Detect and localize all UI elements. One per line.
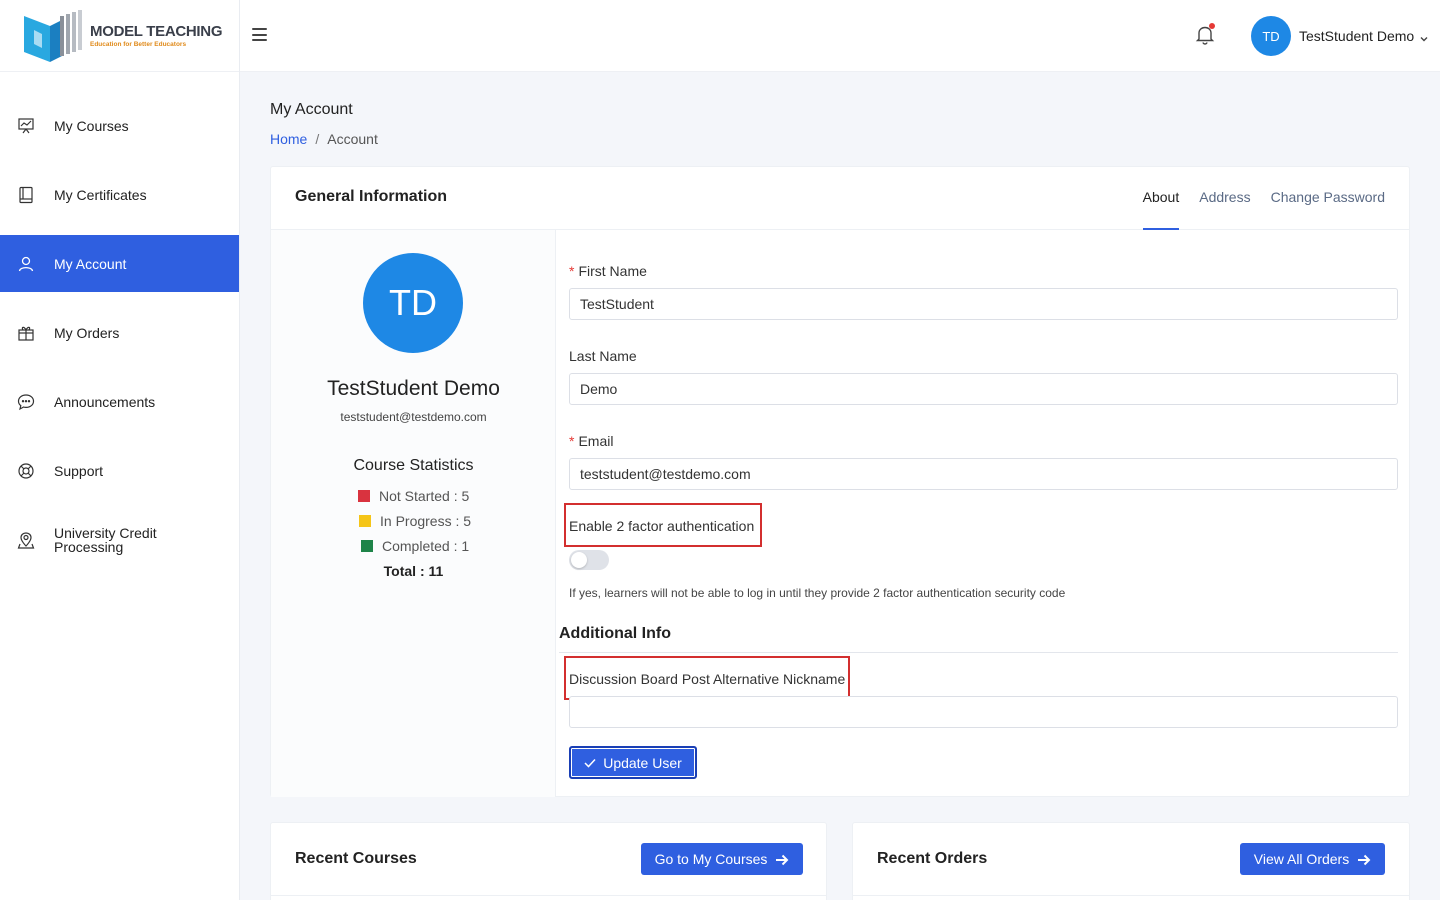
menu-toggle-icon[interactable] <box>252 28 267 41</box>
stat-not-started: Not Started : 5 <box>358 488 469 504</box>
stat-label: In Progress : 5 <box>380 513 472 529</box>
gift-box-icon <box>17 324 35 342</box>
chevron-down-icon <box>1419 31 1429 42</box>
account-tabs: About Address Change Password <box>1123 167 1385 230</box>
sidebar-item-support[interactable]: Support <box>0 442 239 499</box>
breadcrumb: Home / Account <box>270 131 378 147</box>
tab-about[interactable]: About <box>1142 167 1180 230</box>
card-header: General Information About Address Change… <box>271 167 1409 230</box>
profile-summary: TD TestStudent Demo teststudent@testdemo… <box>271 230 556 797</box>
first-name-input[interactable] <box>569 288 1398 320</box>
user-name: TestStudent Demo <box>1299 28 1415 44</box>
sidebar: MODEL TEACHING Education for Better Educ… <box>0 0 240 900</box>
additional-info-title: Additional Info <box>559 625 671 642</box>
brand-logo[interactable]: MODEL TEACHING Education for Better Educ… <box>0 0 239 72</box>
sidebar-item-label: My Account <box>54 255 127 272</box>
profile-name: TestStudent Demo <box>327 377 500 400</box>
two-factor-label: Enable 2 factor authentication <box>569 518 755 534</box>
button-label: View All Orders <box>1253 851 1350 867</box>
user-menu[interactable]: TD TestStudent Demo <box>1251 16 1429 56</box>
sidebar-item-label: Announcements <box>54 393 156 410</box>
book-icon <box>17 186 35 204</box>
avatar: TD <box>1251 16 1291 56</box>
check-icon <box>584 755 596 771</box>
stat-label: Completed : 1 <box>382 538 470 554</box>
required-asterisk: * <box>569 433 575 449</box>
stat-in-progress: In Progress : 5 <box>359 513 471 529</box>
breadcrumb-separator: / <box>315 131 320 147</box>
arrow-right-icon <box>1357 853 1371 866</box>
brand-name: MODEL TEACHING <box>90 23 223 40</box>
card-title: General Information <box>295 188 448 205</box>
sidebar-item-label: University Credit Processing <box>54 524 157 555</box>
avatar: TD <box>363 253 463 353</box>
sidebar-item-announcements[interactable]: Announcements <box>0 373 239 430</box>
last-name-input[interactable] <box>569 373 1398 405</box>
sidebar-item-my-certificates[interactable]: My Certificates <box>0 166 239 223</box>
stat-total: Total : 11 <box>383 563 444 579</box>
sidebar-item-label: My Certificates <box>54 186 147 203</box>
go-to-my-courses-button[interactable]: Go to My Courses <box>641 843 803 875</box>
recent-orders-card: Recent Orders View All Orders <box>852 822 1410 900</box>
top-bar: TD TestStudent Demo <box>240 0 1440 72</box>
stat-completed: Completed : 1 <box>361 538 469 554</box>
card-divider <box>271 895 826 896</box>
legend-swatch <box>358 490 370 502</box>
account-form: *First Name Last Name *Email Enable 2 fa… <box>557 230 1409 797</box>
general-information-card: General Information About Address Change… <box>270 166 1410 797</box>
notification-bell-icon[interactable] <box>1195 23 1215 46</box>
label-text: First Name <box>578 263 647 279</box>
breadcrumb-current: Account <box>327 131 378 147</box>
presentation-chart-icon <box>17 117 35 135</box>
notification-badge <box>1209 23 1215 29</box>
nickname-label: Discussion Board Post Alternative Nickna… <box>569 671 846 687</box>
recent-orders-title: Recent Orders <box>877 850 988 867</box>
first-name-label: * First Name <box>569 263 647 279</box>
sidebar-item-my-account[interactable]: My Account <box>0 235 239 292</box>
lifebuoy-icon <box>17 462 35 480</box>
map-pin-icon <box>17 531 35 549</box>
brand-tagline: Education for Better Educators <box>90 41 187 48</box>
required-asterisk: * <box>569 263 575 279</box>
recent-courses-card: Recent Courses Go to My Courses <box>270 822 827 900</box>
tab-change-password[interactable]: Change Password <box>1271 167 1385 230</box>
toggle-knob <box>571 552 587 568</box>
arrow-right-icon <box>775 853 789 866</box>
user-icon <box>17 255 35 273</box>
sidebar-item-label: My Orders <box>54 324 120 341</box>
email-label: * Email <box>569 433 613 449</box>
stat-label: Not Started : 5 <box>379 488 470 504</box>
nickname-input[interactable] <box>569 696 1398 728</box>
two-factor-help-text: If yes, learners will not be able to log… <box>569 586 1066 600</box>
sidebar-item-my-courses[interactable]: My Courses <box>0 97 239 154</box>
button-label: Go to My Courses <box>654 851 768 867</box>
recent-courses-title: Recent Courses <box>295 850 417 867</box>
tab-address[interactable]: Address <box>1199 167 1250 230</box>
sidebar-item-my-orders[interactable]: My Orders <box>0 304 239 361</box>
sidebar-item-university-credit-processing[interactable]: University Credit Processing <box>0 511 239 568</box>
card-divider <box>853 895 1409 896</box>
update-user-button[interactable]: Update User <box>569 746 697 779</box>
label-text: Email <box>578 433 614 449</box>
section-divider <box>559 652 1398 653</box>
chat-bubble-icon <box>17 393 35 411</box>
profile-email: teststudent@testdemo.com <box>340 410 487 424</box>
button-label: Update User <box>603 754 682 771</box>
breadcrumb-home-link[interactable]: Home <box>270 131 307 147</box>
legend-swatch <box>359 515 371 527</box>
legend-swatch <box>361 540 373 552</box>
page-title: My Account <box>270 101 353 118</box>
two-factor-toggle[interactable] <box>569 550 609 570</box>
sidebar-item-label: My Courses <box>54 117 129 134</box>
view-all-orders-button[interactable]: View All Orders <box>1240 843 1385 875</box>
sidebar-item-label: Support <box>54 462 104 479</box>
sidebar-nav: My Courses My Certificates My Account My… <box>0 97 239 568</box>
course-statistics-title: Course Statistics <box>353 457 474 474</box>
last-name-label: Last Name <box>569 348 637 364</box>
book-logo-icon <box>20 8 84 64</box>
email-input[interactable] <box>569 458 1398 490</box>
